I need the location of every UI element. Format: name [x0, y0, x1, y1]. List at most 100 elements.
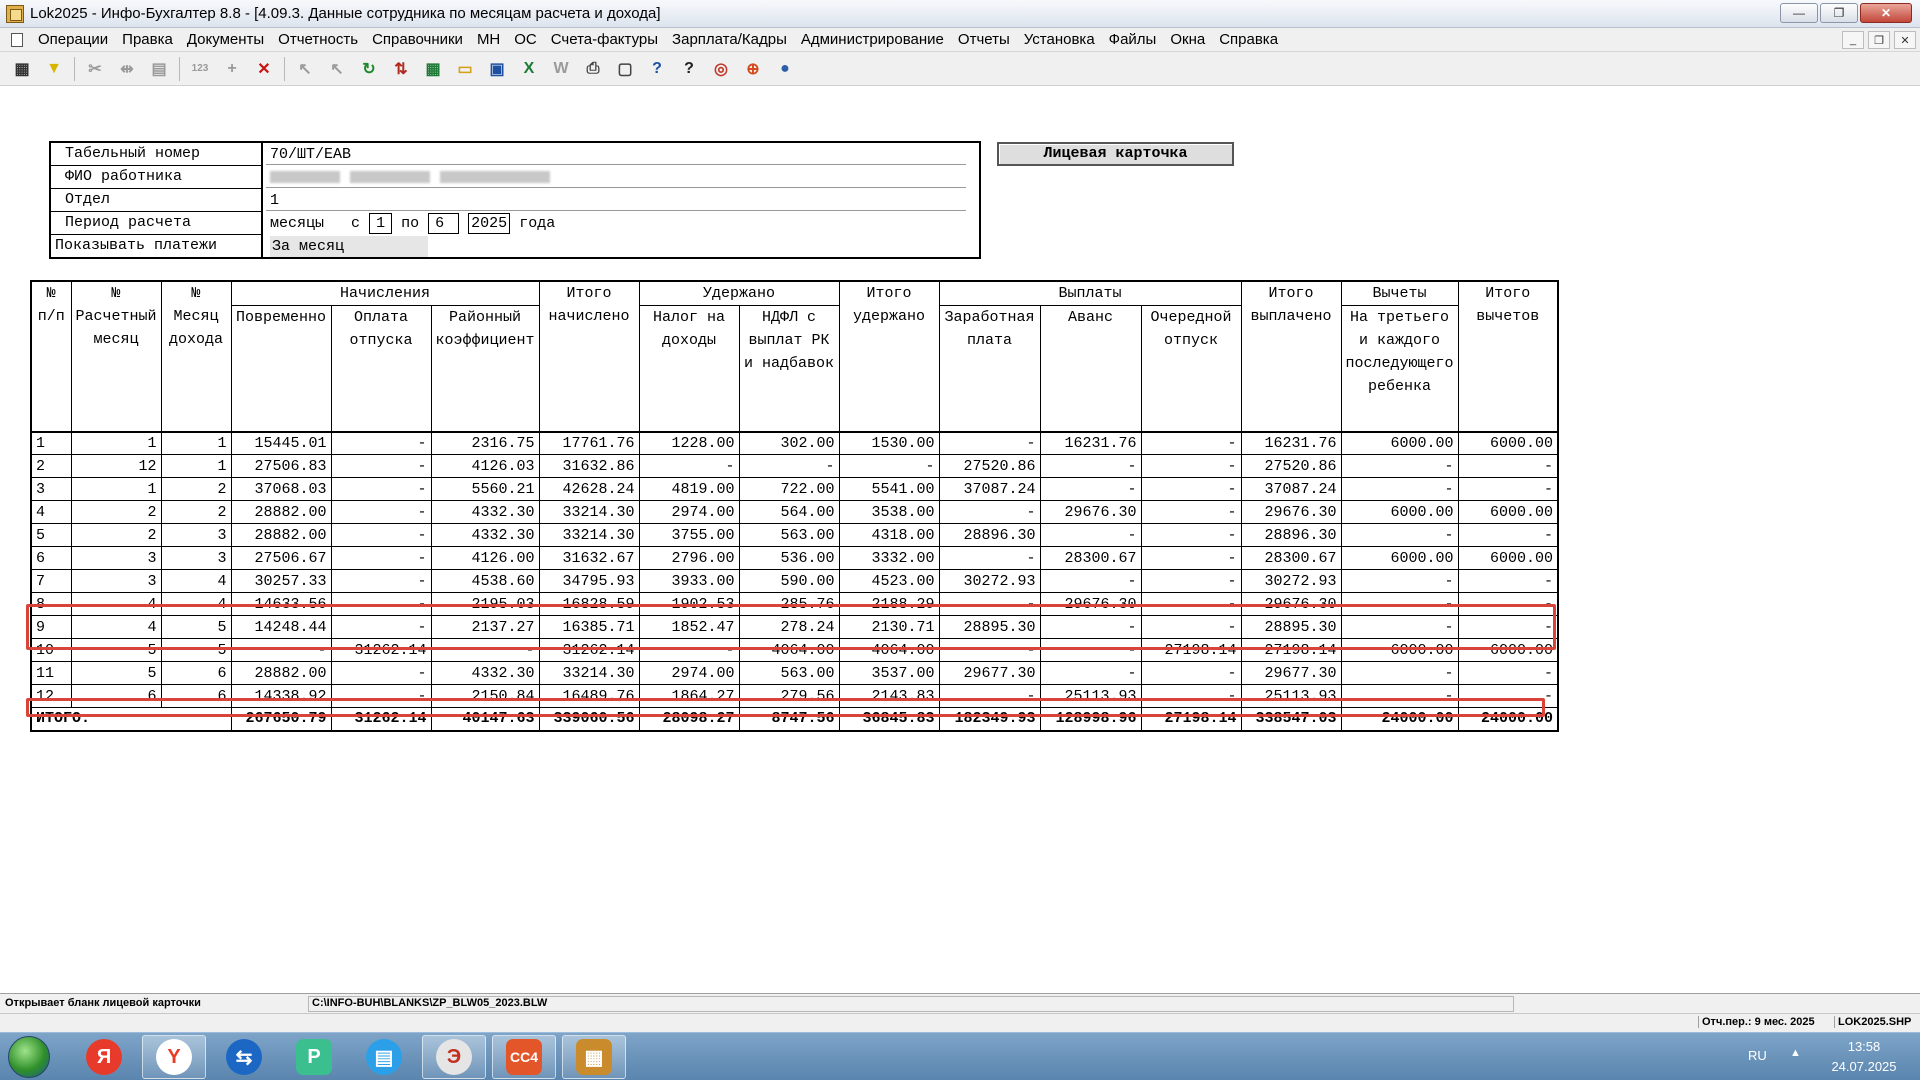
web-icon[interactable]: ●	[773, 57, 797, 81]
menu-payroll[interactable]: Зарплата/Кадры	[665, 31, 794, 48]
excel-icon[interactable]: X	[517, 57, 541, 81]
table-cell: 4819.00	[638, 477, 740, 501]
menu-administration[interactable]: Администрирование	[794, 31, 951, 48]
menu-settings[interactable]: Установка	[1017, 31, 1102, 48]
compass-icon[interactable]: ◎	[709, 57, 733, 81]
minimize-button[interactable]: —	[1780, 3, 1818, 23]
calculator-icon[interactable]: ▦	[421, 57, 445, 81]
menu-files[interactable]: Файлы	[1102, 31, 1164, 48]
taskbar-app-abacus[interactable]: ▦	[562, 1035, 626, 1079]
table-row[interactable]: 3 1 2 37068.03-5560.21 42628.24 4819.00 722.00…	[30, 477, 1559, 501]
maximize-button[interactable]: ❐	[1820, 3, 1858, 23]
delete-icon[interactable]: ✕	[252, 57, 276, 81]
table-row[interactable]: 12 6 6 14338.92-2150.84 16489.76 1864.27 279.5…	[30, 684, 1559, 708]
show-payments-select[interactable]: За месяц	[270, 236, 428, 257]
table-row[interactable]: 8 4 4 14633.56-2195.03 16828.59 1902.53 285.76…	[30, 592, 1559, 616]
close-button[interactable]: ✕	[1860, 3, 1912, 23]
mdi-minimize-button[interactable]: _	[1842, 31, 1864, 49]
table-row[interactable]: 2 12 1 27506.83-4126.03 31632.86- - -27520.86-…	[30, 454, 1559, 478]
mdi-close-button[interactable]: ✕	[1894, 31, 1916, 49]
department-field[interactable]: 1	[266, 190, 966, 211]
col-header-pp: № п/п	[30, 280, 72, 432]
col-header-ndfl-rk: НДФЛ с выплат РК и надбавок	[738, 305, 840, 432]
save-icon[interactable]: ▣	[485, 57, 509, 81]
table-cell: 563.00	[738, 523, 840, 547]
yandex-browser-icon: Y	[156, 1039, 192, 1075]
taskbar-app-messenger[interactable]: ▤	[352, 1035, 416, 1079]
table-cell: 302.00	[738, 431, 840, 455]
table-cell: -	[1140, 431, 1242, 455]
document-icon[interactable]	[11, 32, 23, 47]
period-to-input[interactable]: 6	[428, 213, 460, 234]
context-help-icon[interactable]: ?	[677, 57, 701, 81]
personal-card-button[interactable]: Лицевая карточка	[997, 142, 1234, 166]
table-row[interactable]: 10 5 5-31262.14-31262.14-4064.00 4064.00- -2…	[30, 638, 1559, 662]
table-cell: -	[1140, 592, 1242, 616]
menu-reports[interactable]: Отчеты	[951, 31, 1017, 48]
clock[interactable]: 13:58 24.07.2025	[1816, 1037, 1912, 1077]
table-cell: 2974.00	[638, 500, 740, 524]
tab-number-field[interactable]: 70/ШТ/ЕАВ	[266, 144, 966, 165]
filter-icon[interactable]: ▼	[42, 57, 66, 81]
menu-documents[interactable]: Документы	[180, 31, 271, 48]
taskbar-app-cc4[interactable]: CC4	[492, 1035, 556, 1079]
period-from-input[interactable]: 1	[369, 213, 393, 234]
move-icon[interactable]: ⇹	[115, 57, 139, 81]
print-icon[interactable]: ⎙	[581, 57, 605, 81]
table-row[interactable]: 7 3 4 30257.33-4538.60 34795.93 3933.00 590.00…	[30, 569, 1559, 593]
taskbar-app-green[interactable]: P	[282, 1035, 346, 1079]
table-cell: -	[638, 454, 740, 478]
add-icon[interactable]: +	[220, 57, 244, 81]
table-row[interactable]: 11 5 6 28882.00-4332.30 33214.30 2974.00 563.0…	[30, 661, 1559, 685]
clock-time: 13:58	[1847, 1039, 1881, 1054]
language-indicator[interactable]: RU	[1748, 1048, 1767, 1063]
table-row[interactable]: 6 3 3 27506.67-4126.00 31632.67 2796.00 536.00…	[30, 546, 1559, 570]
table-cell: 33214.30	[538, 500, 640, 524]
table-cell: 4	[70, 592, 162, 616]
table-cell: -	[738, 454, 840, 478]
totals-row: ИТОГО: 267650.79 31262.14 40147.63 339060.5…	[30, 707, 1559, 731]
menu-mn[interactable]: МН	[470, 31, 507, 48]
open-icon[interactable]: ▭	[453, 57, 477, 81]
table-row[interactable]: 1 1 1 15445.01-2316.75 17761.76 1228.00 302.00…	[30, 431, 1559, 455]
word-icon[interactable]: W	[549, 57, 573, 81]
taskbar-app-infobuh[interactable]: Э	[422, 1035, 486, 1079]
col-header-time-based: Повременно	[230, 305, 332, 432]
cut-icon[interactable]: ✂	[83, 57, 107, 81]
mdi-restore-button[interactable]: ❐	[1868, 31, 1890, 49]
menu-edit[interactable]: Правка	[115, 31, 180, 48]
menu-help[interactable]: Справка	[1212, 31, 1285, 48]
help-icon[interactable]: ?	[645, 57, 669, 81]
menu-operations[interactable]: Операции	[31, 31, 115, 48]
view-icon[interactable]: ▦	[10, 57, 34, 81]
taskbar-app-teamviewer[interactable]: ⇆	[212, 1035, 276, 1079]
totals-cell: 24000.00	[1340, 707, 1459, 731]
menu-windows[interactable]: Окна	[1163, 31, 1212, 48]
deselect-icon[interactable]: ↖	[325, 57, 349, 81]
menu-directories[interactable]: Справочники	[365, 31, 470, 48]
paste-icon[interactable]: ▤	[147, 57, 171, 81]
status-path: C:\INFO-BUH\BLANKS\ZP_BLW05_2023.BLW	[308, 996, 1514, 1012]
number-icon[interactable]: 123	[188, 57, 212, 81]
menu-os[interactable]: ОС	[507, 31, 544, 48]
preview-icon[interactable]: ▢	[613, 57, 637, 81]
start-button[interactable]	[8, 1036, 50, 1078]
app-green-icon: P	[296, 1039, 332, 1075]
show-payments-field[interactable]: За месяц	[266, 236, 966, 257]
table-row[interactable]: 4 2 2 28882.00-4332.30 33214.30 2974.00 564.00…	[30, 500, 1559, 524]
table-row[interactable]: 9 4 5 14248.44-2137.27 16385.71 1852.47 278.24…	[30, 615, 1559, 639]
table-row[interactable]: 5 2 3 28882.00-4332.30 33214.30 3755.00 563.00…	[30, 523, 1559, 547]
menu-reporting[interactable]: Отчетность	[271, 31, 365, 48]
period-year-input[interactable]: 2025	[468, 213, 511, 234]
tray-expand-icon[interactable]: ▲	[1790, 1047, 1801, 1059]
fio-field[interactable]	[266, 167, 966, 188]
support-icon[interactable]: ⊕	[741, 57, 765, 81]
table-cell: 2	[160, 477, 232, 501]
menu-invoices[interactable]: Счета-фактуры	[544, 31, 665, 48]
refresh-icon[interactable]: ↻	[357, 57, 381, 81]
sort-icon[interactable]: ⇅	[389, 57, 413, 81]
taskbar-app-yandex-browser[interactable]: Y	[142, 1035, 206, 1079]
select-icon[interactable]: ↖	[293, 57, 317, 81]
table-cell: 4126.00	[430, 546, 540, 570]
taskbar-app-yandex[interactable]: Я	[72, 1035, 136, 1079]
